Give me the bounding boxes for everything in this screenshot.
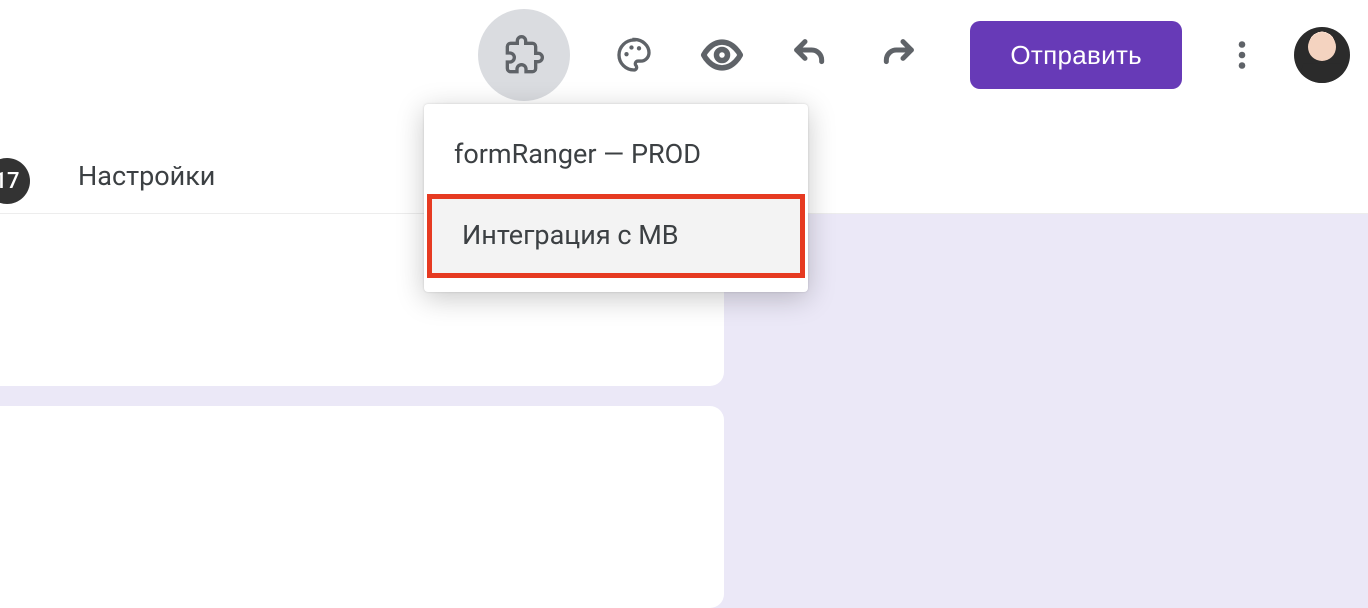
- responses-count-badge: 17: [0, 158, 30, 204]
- form-card: [0, 406, 724, 608]
- redo-icon: [878, 35, 918, 75]
- right-lavender-pane: [732, 214, 1368, 608]
- puzzle-icon: [504, 35, 544, 75]
- redo-button[interactable]: [874, 31, 922, 79]
- addon-item-form-ranger[interactable]: formRanger — PROD: [424, 118, 808, 192]
- eye-icon: [700, 33, 744, 77]
- addon-item-integration-mb[interactable]: Интеграция с МВ: [427, 194, 805, 278]
- more-vert-icon: [1224, 37, 1260, 73]
- top-toolbar: Отправить: [0, 0, 1368, 110]
- preview-button[interactable]: [698, 31, 746, 79]
- undo-icon: [790, 35, 830, 75]
- undo-button[interactable]: [786, 31, 834, 79]
- addons-dropdown: formRanger — PROD Интеграция с МВ: [424, 104, 808, 292]
- palette-icon: [614, 35, 654, 75]
- tab-settings[interactable]: Настройки: [78, 160, 215, 192]
- addons-button[interactable]: [478, 9, 570, 101]
- account-avatar[interactable]: [1294, 27, 1350, 83]
- customize-theme-button[interactable]: [610, 31, 658, 79]
- more-button[interactable]: [1218, 31, 1266, 79]
- send-button[interactable]: Отправить: [970, 21, 1182, 89]
- toolbar-icon-group: [478, 9, 922, 101]
